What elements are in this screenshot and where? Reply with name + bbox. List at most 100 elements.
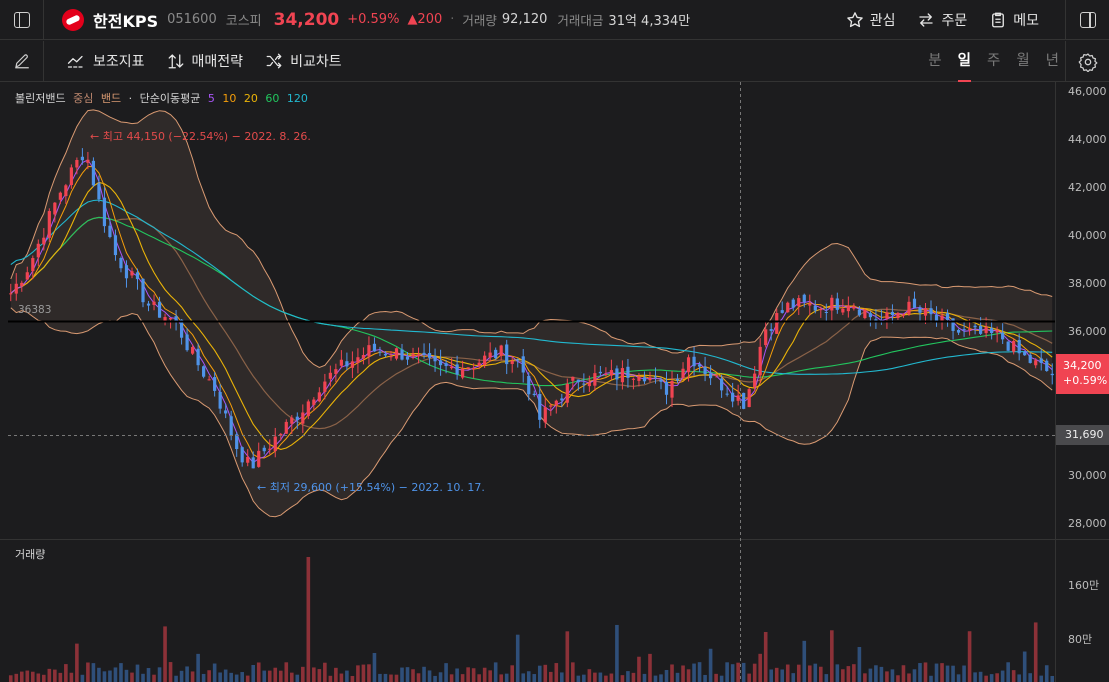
left-panel-toggle[interactable]: [0, 0, 44, 40]
volume-bar: [499, 674, 503, 682]
volume-bar: [675, 672, 680, 682]
volume-bar: [312, 667, 316, 682]
volume-bar: [758, 653, 762, 682]
settings-button[interactable]: [1065, 41, 1109, 82]
price-chart[interactable]: [0, 82, 1109, 682]
volume-bar: [863, 673, 867, 682]
candle-body: [422, 352, 426, 355]
volume-bar: [978, 671, 983, 682]
candle-body: [383, 353, 388, 356]
strategy-button[interactable]: 매매전략: [167, 51, 243, 71]
volume-bar: [819, 666, 823, 682]
period-minute[interactable]: 분: [928, 41, 941, 82]
candle-body: [135, 272, 140, 280]
candle-body: [124, 265, 129, 279]
volume-bar: [918, 663, 922, 682]
volume-bar: [438, 672, 443, 682]
candle-body: [174, 316, 178, 321]
volume-bar: [19, 671, 24, 682]
candle-body: [372, 343, 377, 352]
period-selector: 분 일 주 월 년: [912, 41, 1059, 82]
candle-body: [58, 192, 62, 200]
volume-bar: [637, 656, 641, 682]
period-day[interactable]: 일: [957, 41, 972, 82]
candle-body: [967, 329, 972, 331]
candle-body: [246, 456, 250, 463]
volume-bar: [141, 673, 145, 682]
draw-tool-button[interactable]: [0, 40, 44, 82]
candle-body: [642, 377, 647, 382]
order-button[interactable]: 주문: [917, 10, 967, 30]
volume-bar: [890, 669, 895, 682]
legend-sep: ·: [128, 92, 133, 105]
volume-bar: [422, 666, 426, 682]
volume-bar: [604, 675, 608, 682]
volume-bar: [984, 675, 988, 682]
volume-bar: [989, 674, 994, 682]
candle-body: [956, 329, 961, 333]
memo-button[interactable]: 메모: [989, 10, 1039, 30]
price-tick: 38,000: [1068, 277, 1107, 290]
gear-icon: [1078, 52, 1097, 72]
stock-name[interactable]: 한전KPS: [93, 8, 158, 32]
candle-body: [345, 361, 349, 367]
volume-bar: [615, 624, 619, 682]
right-panel-toggle[interactable]: [1065, 0, 1109, 40]
candle-body: [648, 377, 652, 381]
candle-body: [213, 377, 217, 391]
volume-bar: [201, 673, 206, 682]
volume-bar: [1006, 662, 1010, 682]
volume-bar: [807, 665, 812, 682]
candle-body: [984, 326, 988, 334]
volume-bar: [593, 672, 597, 682]
candle-body: [769, 329, 773, 331]
period-month[interactable]: 월: [1016, 41, 1029, 82]
candle-body: [168, 317, 173, 320]
candle-body: [1001, 332, 1005, 340]
volume-bar: [64, 664, 68, 682]
candle-body: [80, 156, 84, 161]
candle-body: [653, 376, 658, 378]
candle-body: [587, 382, 591, 387]
volume-bar: [1044, 665, 1049, 682]
volume-bar: [97, 667, 101, 682]
candle-body: [405, 356, 410, 360]
candle-body: [306, 401, 310, 416]
volume-bar: [91, 663, 96, 682]
volume-bar: [587, 669, 592, 682]
watch-button[interactable]: 관심: [846, 10, 895, 30]
volume-bar: [284, 662, 289, 682]
volume-bar: [488, 670, 492, 682]
legend-ma10: 10: [222, 92, 237, 105]
volume-bar: [163, 626, 167, 682]
candle-body: [830, 297, 834, 311]
market-name: 코스피: [225, 14, 262, 29]
period-week[interactable]: 주: [987, 41, 1000, 82]
legend-ma120: 120: [286, 92, 308, 105]
volume-bar: [53, 669, 57, 682]
candle-body: [251, 457, 255, 469]
period-year[interactable]: 년: [1046, 41, 1059, 82]
candle-body: [25, 272, 29, 280]
candle-body: [449, 366, 454, 369]
volume-bar: [901, 665, 906, 682]
candle-body: [273, 436, 277, 452]
candle-body: [411, 353, 415, 357]
volume-bar: [830, 630, 834, 682]
indicator-button[interactable]: 보조지표: [66, 51, 145, 71]
candle-body: [923, 308, 928, 316]
volume-bar: [802, 640, 807, 682]
candle-body: [560, 398, 564, 401]
volume-bar: [102, 671, 107, 682]
volume-bar: [482, 667, 487, 682]
volume-bar: [190, 671, 195, 682]
volume-bar: [240, 672, 244, 682]
candle-body: [802, 294, 806, 303]
candle-body: [295, 416, 299, 421]
compare-button[interactable]: 비교차트: [265, 51, 342, 71]
candle-body: [416, 354, 421, 357]
volume-bar: [896, 675, 900, 682]
candle-body: [75, 159, 79, 168]
volume-bar: [923, 662, 928, 682]
candle-body: [549, 405, 553, 407]
